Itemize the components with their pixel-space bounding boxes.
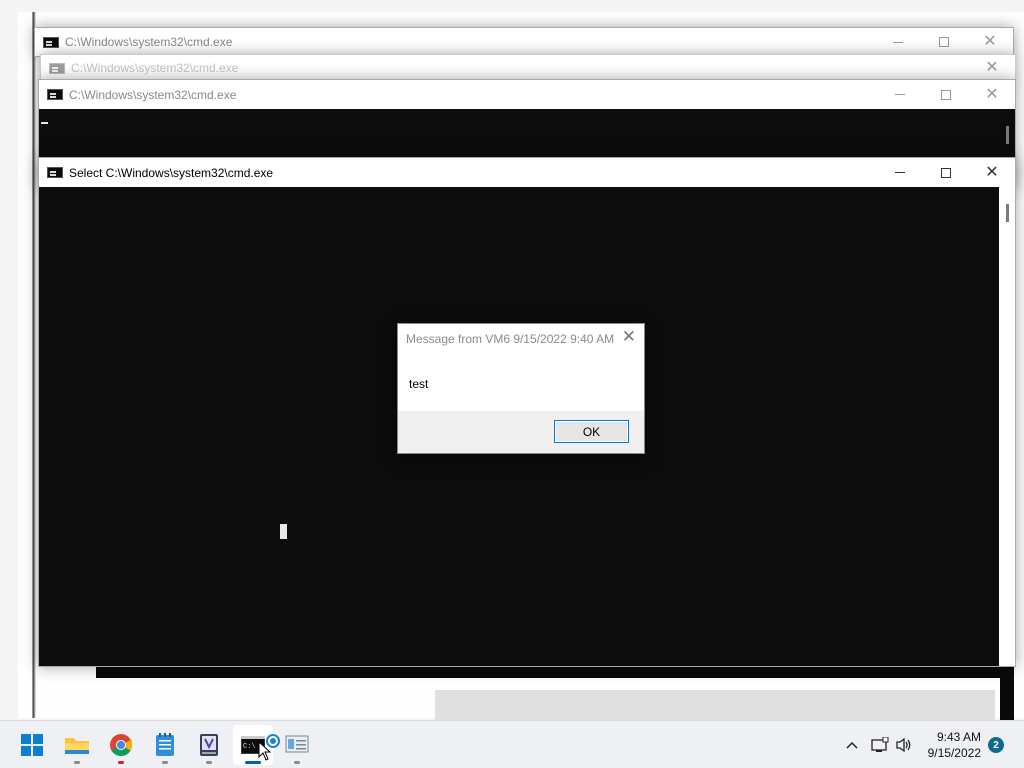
visual-studio-icon [200,734,218,756]
show-hidden-icons-button[interactable] [843,735,861,755]
taskbar: C:\ 9:43 AM 9/15/2022 2 [0,720,1024,768]
close-icon: ✕ [983,33,997,50]
dialog-close-button[interactable]: ✕ [622,328,636,345]
window-title: C:\Windows\system32\cmd.exe [69,87,237,102]
close-icon: ✕ [621,327,636,346]
volume-icon-button[interactable] [894,735,914,755]
chevron-up-icon [846,741,858,749]
close-button[interactable]: ✕ [969,80,1015,109]
window-title: C:\Windows\system32\cmd.exe [71,61,239,75]
maximize-icon [941,167,951,178]
dialog-footer: OK [398,411,644,453]
window-title: Select C:\Windows\system32\cmd.exe [69,165,274,180]
minimize-button[interactable] [877,158,923,187]
taskbar-app-editor[interactable] [189,725,229,765]
cmd-window-back-1[interactable]: C:\Windows\system32\cmd.exe ✕ [34,27,1014,57]
running-indicator [74,761,80,764]
terminal-cursor [280,524,287,539]
file-explorer-icon [65,738,89,754]
window-title: C:\Windows\system32\cmd.exe [65,35,233,49]
cmd-icon [47,89,63,100]
running-indicator [294,761,300,764]
remote-desktop-icon [285,735,309,753]
message-dialog: Message from VM6 9/15/2022 9:40 AM ✕ tes… [397,323,645,454]
close-icon: ✕ [985,59,999,76]
cmd-icon [49,62,65,74]
clock-date: 9/15/2022 [927,746,981,760]
close-icon: ✕ [985,163,999,181]
scrollbar-thumb[interactable] [1006,204,1009,222]
cmd-icon [47,167,63,178]
ok-button[interactable]: OK [554,420,629,443]
start-button[interactable] [12,725,52,765]
cmd-window-back-2[interactable]: C:\Windows\system32\cmd.exe ✕ [40,54,1016,82]
network-icon [871,737,889,752]
cmd-icon [43,36,59,48]
close-icon: ✕ [985,85,999,103]
maximize-icon [939,37,949,47]
maximize-button[interactable] [923,158,969,187]
dialog-title: Message from VM6 9/15/2022 9:40 AM [406,332,615,346]
running-indicator [245,761,261,764]
maximize-icon [941,89,951,100]
minimize-button[interactable] [877,80,923,109]
network-icon-button[interactable] [870,735,890,755]
chrome-icon [110,734,132,756]
dialog-message: test [409,377,429,391]
notepad-icon [156,733,174,756]
window-shadow [96,666,1001,678]
notification-badge[interactable]: 2 [988,737,1004,753]
minimize-icon [893,41,903,43]
minimize-button[interactable] [875,28,921,56]
system-clock[interactable]: 9:43 AM 9/15/2022 [928,729,981,761]
running-indicator [162,761,168,764]
taskbar-app-file-explorer[interactable] [57,725,97,765]
svg-text:C:\: C:\ [243,743,256,751]
close-button[interactable]: ✕ [969,55,1015,81]
close-button[interactable]: ✕ [967,28,1013,56]
taskbar-app-chrome[interactable] [101,725,141,765]
maximize-button[interactable] [923,80,969,109]
running-indicator [118,761,124,764]
terminal-cursor [41,122,48,124]
taskbar-app-remote-desktop[interactable] [277,725,317,765]
minimize-icon [895,172,905,173]
running-indicator [206,761,212,764]
volume-icon [896,737,911,753]
minimize-icon [895,94,905,95]
window-shadow [435,690,995,720]
close-button[interactable]: ✕ [969,158,1015,187]
scrollbar-thumb[interactable] [1006,126,1009,144]
scrollbar-track[interactable] [999,187,1015,666]
maximize-button[interactable] [921,28,967,56]
clock-time: 9:43 AM [936,730,981,744]
taskbar-app-notepad[interactable] [145,725,185,765]
windows-start-icon [21,734,43,756]
